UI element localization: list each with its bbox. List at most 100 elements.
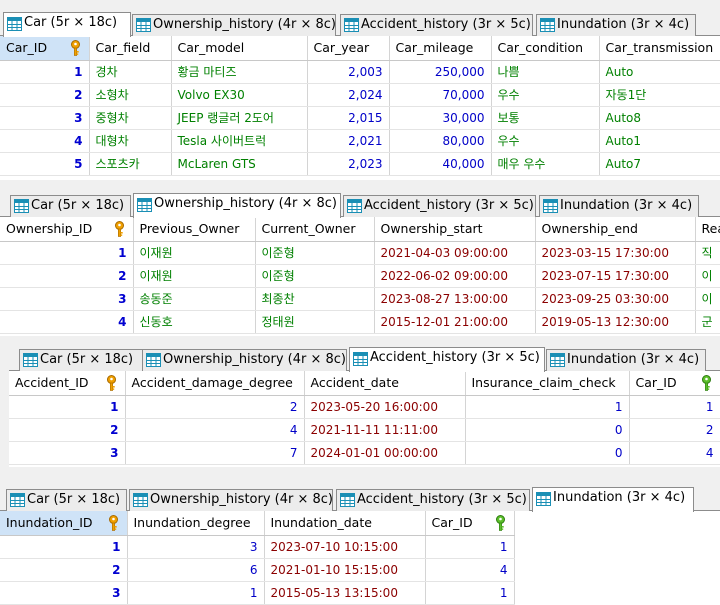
table-row[interactable]: 3 송동준 최종찬 2023-08-27 13:00:00 2023-09-25 03:…: [0, 287, 720, 311]
cell[interactable]: 4: [0, 129, 90, 153]
cell[interactable]: 소형차: [89, 83, 172, 107]
cell[interactable]: 2,021: [307, 129, 390, 153]
tab-accident-history[interactable]: Accident_history (3r × 5c): [343, 195, 536, 217]
cell[interactable]: 정태원: [255, 310, 375, 334]
table-row[interactable]: 4 신동호 정태원 2015-12-01 21:00:00 2019-05-13 12:…: [0, 310, 720, 334]
column-header[interactable]: Inundation_date: [264, 511, 426, 536]
cell[interactable]: 황금 마티즈: [171, 60, 308, 84]
cell[interactable]: Auto: [599, 60, 720, 84]
column-header[interactable]: Accident_damage_degree: [125, 371, 305, 396]
cell[interactable]: 1: [9, 395, 126, 419]
tab-inundation[interactable]: Inundation (3r × 4c): [532, 487, 694, 512]
cell[interactable]: Auto1: [599, 129, 720, 153]
cell[interactable]: 1: [629, 395, 720, 419]
cell[interactable]: 2023-05-20 16:00:00: [304, 395, 466, 419]
cell[interactable]: 1: [425, 535, 515, 559]
column-header[interactable]: Previous_Owner: [133, 217, 256, 242]
table-row[interactable]: 2 이재원 이준형 2022-06-02 09:00:00 2023-07-15 17:…: [0, 264, 720, 288]
cell[interactable]: 1: [0, 535, 128, 559]
cell[interactable]: 송동준: [133, 287, 256, 311]
column-header[interactable]: Car_ID: [629, 371, 720, 396]
cell[interactable]: 2,023: [307, 152, 390, 176]
cell[interactable]: 2021-11-11 11:11:00: [304, 418, 466, 442]
column-header[interactable]: Current_Owner: [255, 217, 375, 242]
cell[interactable]: 2023-09-25 03:30:00: [535, 287, 696, 311]
cell[interactable]: 2: [9, 418, 126, 442]
cell[interactable]: 30,000: [389, 106, 492, 130]
cell[interactable]: JEEP 랭글러 2도어: [171, 106, 308, 130]
cell[interactable]: 2023-07-15 17:30:00: [535, 264, 696, 288]
cell[interactable]: 이재원: [133, 264, 256, 288]
table-row[interactable]: 3 7 2024-01-01 00:00:00 0 4: [9, 441, 720, 465]
cell[interactable]: 1: [0, 60, 90, 84]
cell[interactable]: 1: [0, 241, 134, 265]
tab-ownership-history[interactable]: Ownership_history (4r × 8c): [129, 489, 333, 511]
tab-inundation[interactable]: Inundation (3r × 4c): [539, 195, 699, 217]
cell[interactable]: 보통: [491, 106, 600, 130]
cell[interactable]: 3: [0, 287, 134, 311]
cell[interactable]: 이준형: [255, 241, 375, 265]
cell[interactable]: 3: [9, 441, 126, 465]
cell[interactable]: 2: [125, 395, 305, 419]
table-row[interactable]: 3 중형차 JEEP 랭글러 2도어 2,015 30,000 보통 Auto8: [0, 106, 720, 130]
tab-inundation[interactable]: Inundation (3r × 4c): [536, 14, 696, 36]
cell[interactable]: 3: [0, 106, 90, 130]
cell[interactable]: 군: [695, 310, 720, 334]
column-header[interactable]: Rea: [695, 217, 720, 242]
tab-accident-history[interactable]: Accident_history (3r × 5c): [349, 347, 545, 372]
cell[interactable]: 2021-04-03 09:00:00: [374, 241, 536, 265]
cell[interactable]: 70,000: [389, 83, 492, 107]
column-header[interactable]: Accident_ID: [9, 371, 126, 396]
column-header[interactable]: Inundation_ID: [0, 511, 128, 536]
column-header[interactable]: Car_model: [171, 36, 308, 61]
cell[interactable]: 나쁨: [491, 60, 600, 84]
table-row[interactable]: 5 스포츠카 McLaren GTS 2,023 40,000 매우 우수 Auto7: [0, 152, 720, 176]
tab-accident-history[interactable]: Accident_history (3r × 5c): [340, 14, 533, 36]
cell[interactable]: 2,015: [307, 106, 390, 130]
column-header[interactable]: Accident_date: [304, 371, 466, 396]
cell[interactable]: 우수: [491, 83, 600, 107]
cell[interactable]: 1: [465, 395, 630, 419]
cell[interactable]: 2019-05-13 12:30:00: [535, 310, 696, 334]
cell[interactable]: 2023-07-10 10:15:00: [264, 535, 426, 559]
column-header[interactable]: Insurance_claim_check: [465, 371, 630, 396]
cell[interactable]: Volvo EX30: [171, 83, 308, 107]
column-header[interactable]: Car_transmission: [599, 36, 720, 61]
cell[interactable]: 5: [0, 152, 90, 176]
cell[interactable]: 1: [425, 581, 515, 605]
tab-ownership-history[interactable]: Ownership_history (4r × 8c): [142, 349, 347, 371]
table-row[interactable]: 1 경차 황금 마티즈 2,003 250,000 나쁨 Auto: [0, 60, 720, 84]
cell[interactable]: McLaren GTS: [171, 152, 308, 176]
cell[interactable]: 2015-12-01 21:00:00: [374, 310, 536, 334]
cell[interactable]: 이재원: [133, 241, 256, 265]
cell[interactable]: 3: [0, 581, 128, 605]
cell[interactable]: 1: [127, 581, 265, 605]
tab-car[interactable]: Car (5r × 18c): [3, 12, 131, 37]
cell[interactable]: 2: [0, 83, 90, 107]
tab-inundation[interactable]: Inundation (3r × 4c): [546, 349, 706, 371]
cell[interactable]: 2: [629, 418, 720, 442]
tab-car[interactable]: Car (5r × 18c): [10, 195, 131, 217]
column-header[interactable]: Car_ID: [425, 511, 515, 536]
cell[interactable]: 경차: [89, 60, 172, 84]
cell[interactable]: 이준형: [255, 264, 375, 288]
tab-ownership-history[interactable]: Ownership_history (4r × 8c): [133, 193, 341, 218]
cell[interactable]: 이: [695, 287, 720, 311]
cell[interactable]: 중형차: [89, 106, 172, 130]
cell[interactable]: 2023-08-27 13:00:00: [374, 287, 536, 311]
cell[interactable]: 2,003: [307, 60, 390, 84]
cell[interactable]: 4: [125, 418, 305, 442]
column-header[interactable]: Car_ID: [0, 36, 90, 61]
tab-ownership-history[interactable]: Ownership_history (4r × 8c): [132, 14, 336, 36]
column-header[interactable]: Inundation_degree: [127, 511, 265, 536]
cell[interactable]: 4: [629, 441, 720, 465]
cell[interactable]: 2015-05-13 13:15:00: [264, 581, 426, 605]
cell[interactable]: 2: [0, 264, 134, 288]
cell[interactable]: Tesla 사이버트럭: [171, 129, 308, 153]
table-row[interactable]: 1 2 2023-05-20 16:00:00 1 1: [9, 395, 720, 419]
table-row[interactable]: 3 1 2015-05-13 13:15:00 1: [0, 581, 515, 605]
table-row[interactable]: 2 소형차 Volvo EX30 2,024 70,000 우수 자동1단: [0, 83, 720, 107]
cell[interactable]: 신동호: [133, 310, 256, 334]
cell[interactable]: 스포츠카: [89, 152, 172, 176]
column-header[interactable]: Ownership_end: [535, 217, 696, 242]
